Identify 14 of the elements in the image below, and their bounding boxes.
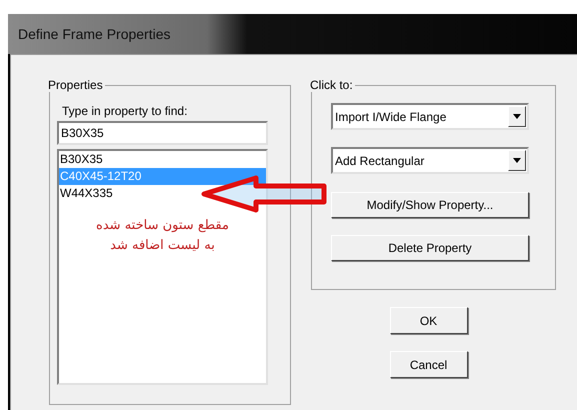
dialog-button[interactable]: Cancel (390, 351, 468, 378)
search-field[interactable]: B30X35 (57, 121, 268, 145)
dropdown[interactable]: Add Rectangular (331, 147, 529, 174)
window-title: Define Frame Properties (18, 24, 171, 44)
group-legend: Properties (48, 78, 105, 92)
list-item[interactable]: W44X335 (59, 185, 266, 202)
list-item[interactable]: B30X35 (59, 151, 266, 168)
find-label: Type in property to find: (62, 104, 188, 118)
action-button[interactable]: Delete Property (331, 235, 529, 261)
dialog-button[interactable]: OK (390, 307, 468, 334)
group-legend: Click to: (310, 78, 355, 92)
dropdown[interactable]: Import I/Wide Flange (331, 103, 529, 130)
action-button[interactable]: Modify/Show Property... (331, 192, 529, 218)
annotation-text: مقطع ستون ساخته شده به لیست اضافه شد (95, 217, 230, 255)
